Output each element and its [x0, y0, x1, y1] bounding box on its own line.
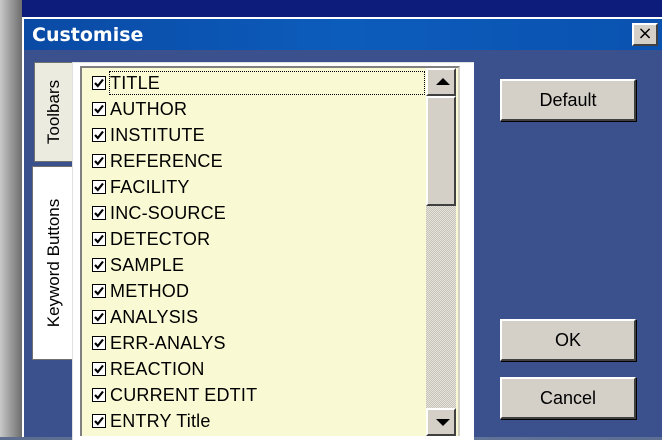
check-icon [94, 130, 104, 140]
list-item-label-wrap: METHOD [110, 280, 424, 302]
list-item[interactable]: ANALYSIS [86, 304, 424, 330]
list-item-label-wrap: INC-SOURCE [110, 202, 424, 224]
checkbox[interactable] [92, 154, 106, 168]
list-item-label-wrap: REFERENCE [110, 150, 424, 172]
tab-keyword-buttons-label: Keyword Buttons [43, 198, 63, 328]
keyword-checklist[interactable]: TITLE AUTHOR INSTITUTE REFERENCE FACILITY INC… [80, 66, 460, 436]
vertical-scrollbar[interactable] [426, 68, 456, 436]
list-item[interactable]: INSTITUTE [86, 122, 424, 148]
list-item[interactable]: REACTION [86, 356, 424, 382]
list-item-label-wrap: REACTION [110, 358, 424, 380]
scroll-down-button[interactable] [426, 408, 456, 436]
close-icon: × [637, 23, 653, 44]
check-icon [94, 338, 104, 348]
list-item-label: REACTION [110, 359, 205, 379]
checkbox[interactable] [92, 388, 106, 402]
list-item[interactable]: AUTHOR [86, 96, 424, 122]
check-icon [94, 234, 104, 244]
list-item-label-wrap: TITLE [109, 71, 425, 95]
list-item[interactable]: CURRENT EDTIT [86, 382, 424, 408]
list-item-label-wrap: DETECTOR [110, 228, 424, 250]
list-item[interactable]: REFERENCE [86, 148, 424, 174]
list-item-label: CURRENT EDTIT [110, 385, 258, 405]
list-item-label-wrap: FACILITY [110, 176, 424, 198]
list-item[interactable]: TITLE [86, 70, 425, 96]
list-item[interactable]: FACILITY [86, 174, 424, 200]
list-item-label-wrap: ANALYSIS [110, 306, 424, 328]
list-item-label: INSTITUTE [110, 125, 205, 145]
list-item-label: DETECTOR [110, 229, 211, 249]
checkbox[interactable] [92, 76, 106, 90]
list-item[interactable]: ERR-ANALYS [86, 330, 424, 356]
checkbox[interactable] [92, 232, 106, 246]
list-item-label: ERR-ANALYS [110, 333, 226, 353]
list-item-label: AUTHOR [110, 99, 188, 119]
tab-strip: Toolbars Keyword Buttons [32, 62, 74, 422]
check-icon [94, 286, 104, 296]
checkbox[interactable] [92, 102, 106, 116]
list-item-label-wrap: AUTHOR [110, 98, 424, 120]
arrow-down-icon [436, 419, 450, 426]
list-item[interactable]: METHOD [86, 278, 424, 304]
list-item-label-wrap: SAMPLE [110, 254, 424, 276]
default-button[interactable]: Default [500, 79, 636, 121]
check-icon [94, 104, 104, 114]
keyword-items: TITLE AUTHOR INSTITUTE REFERENCE FACILITY INC… [86, 70, 425, 434]
checkbox[interactable] [92, 362, 106, 376]
customise-dialog: Customise × Toolbars Keyword Buttons TIT… [22, 17, 662, 440]
scrollbar-thumb[interactable] [426, 96, 456, 206]
list-item[interactable]: ENTRY Title [86, 408, 424, 434]
list-item-label: REFERENCE [110, 151, 223, 171]
list-item[interactable]: INC-SOURCE [86, 200, 424, 226]
list-item-label: FACILITY [110, 177, 190, 197]
list-item[interactable]: DETECTOR [86, 226, 424, 252]
tab-toolbars[interactable]: Toolbars [34, 62, 72, 162]
checkbox[interactable] [92, 414, 106, 428]
list-item-label: METHOD [110, 281, 190, 301]
checkbox[interactable] [92, 284, 106, 298]
desktop-background-top [22, 0, 662, 17]
checkbox[interactable] [92, 336, 106, 350]
close-button[interactable]: × [632, 23, 658, 46]
tab-keyword-buttons[interactable]: Keyword Buttons [32, 166, 74, 360]
check-icon [94, 390, 104, 400]
checkbox[interactable] [92, 258, 106, 272]
list-item[interactable]: SAMPLE [86, 252, 424, 278]
title-bar[interactable]: Customise × [24, 19, 662, 50]
dialog-title: Customise [32, 24, 144, 46]
check-icon [94, 312, 104, 322]
scroll-up-button[interactable] [426, 68, 456, 96]
check-icon [94, 364, 104, 374]
checkbox[interactable] [92, 310, 106, 324]
list-item-label: INC-SOURCE [110, 203, 227, 223]
list-item-label-wrap: INSTITUTE [110, 124, 424, 146]
check-icon [94, 416, 104, 426]
check-icon [94, 182, 104, 192]
list-item-label-wrap: ENTRY Title [110, 410, 424, 432]
ok-button[interactable]: OK [500, 319, 636, 361]
tab-toolbars-label: Toolbars [43, 79, 63, 145]
check-icon [94, 208, 104, 218]
check-icon [94, 156, 104, 166]
check-icon [94, 78, 104, 88]
list-item-label-wrap: CURRENT EDTIT [110, 384, 424, 406]
list-item-label: SAMPLE [110, 255, 185, 275]
check-icon [94, 260, 104, 270]
arrow-up-icon [436, 78, 450, 85]
list-item-label-wrap: ERR-ANALYS [110, 332, 424, 354]
list-item-label: ANALYSIS [110, 307, 199, 327]
cancel-button[interactable]: Cancel [500, 377, 636, 419]
checkbox[interactable] [92, 180, 106, 194]
checkbox[interactable] [92, 128, 106, 142]
list-item-label: TITLE [110, 73, 161, 93]
list-item-label: ENTRY Title [110, 411, 211, 431]
checkbox[interactable] [92, 206, 106, 220]
desktop-background-left [0, 0, 22, 437]
